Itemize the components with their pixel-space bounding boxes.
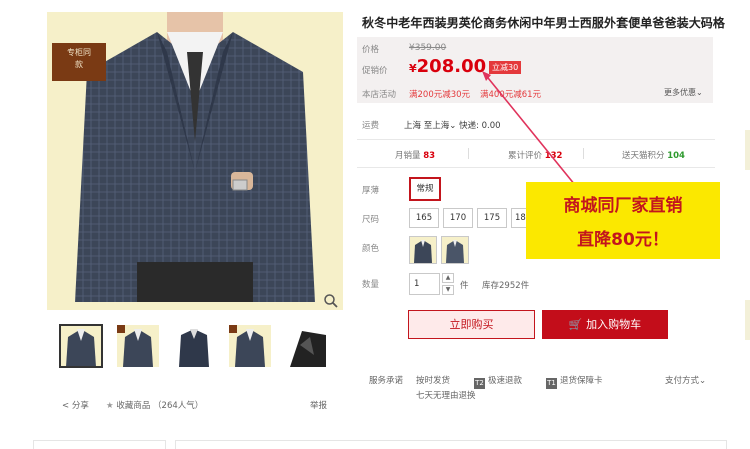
promo-ad-banner: 商城同厂家直销 直降80元！	[526, 182, 720, 259]
ad-line1: 商城同厂家直销	[563, 196, 683, 216]
size-option-165[interactable]: 165	[409, 208, 439, 228]
product-title: 秋冬中老年西装男英伦商务休闲中年男士西服外套便单爸爸装大码格	[362, 16, 726, 30]
thumbnail-2[interactable]	[117, 325, 159, 367]
shipping-label: 运费	[362, 121, 380, 131]
points: 送天猫积分 104	[622, 149, 685, 161]
color-swatch-2[interactable]	[441, 236, 469, 264]
orig-price-label: 价格	[362, 45, 380, 55]
favorite-label: 收藏商品	[116, 401, 151, 411]
favorite-link[interactable]: ★ 收藏商品 （264人气）	[106, 399, 203, 411]
currency-symbol: ¥	[409, 62, 417, 75]
thumbnail-5[interactable]	[286, 325, 328, 367]
promo-price-value: 208.00	[416, 56, 487, 77]
report-link[interactable]: 举报	[310, 399, 327, 411]
size-option-175[interactable]: 175	[477, 208, 507, 228]
stock-count: 库存2952件	[482, 281, 530, 291]
more-deals-label: 更多优惠	[664, 88, 696, 97]
service-item-return: T1 退货保障卡	[546, 374, 603, 389]
service-item-refund: T2 极速退款	[474, 374, 522, 389]
chevron-down-icon: ⌄	[699, 376, 707, 386]
arrow-annotation	[482, 71, 576, 186]
qty-decrease-button[interactable]: ▼	[442, 285, 454, 295]
payment-label: 支付方式	[665, 376, 700, 386]
cart-icon: 🛒	[568, 318, 583, 331]
color-swatch-1[interactable]	[409, 236, 437, 264]
zoom-icon[interactable]	[322, 292, 340, 310]
more-deals-link[interactable]: 更多优惠⌄	[664, 87, 703, 98]
size-label: 尺码	[362, 215, 380, 225]
monthly-sales-value: 83	[423, 151, 436, 161]
chevron-down-icon: ⌄	[449, 121, 457, 131]
add-to-cart-button[interactable]: 🛒 加入购物车	[542, 310, 668, 339]
size-option-180[interactable]: 18	[511, 208, 527, 228]
points-value: 104	[667, 151, 685, 161]
promo-price: ¥208.00	[409, 56, 486, 77]
promo-sticker-line1: 专柜同	[67, 48, 91, 57]
ad-line2: 直降80元！	[577, 230, 669, 250]
promo-sticker: 专柜同 款	[52, 43, 106, 81]
monthly-sales: 月销量 83	[395, 149, 435, 161]
edge-strip	[745, 300, 750, 340]
return-icon: T1	[546, 378, 557, 389]
service-item-ontime: 按时发货	[416, 376, 451, 386]
service-item-7day: 七天无理由退换	[416, 391, 476, 401]
thumbnail-4[interactable]	[229, 325, 271, 367]
divider	[468, 148, 469, 159]
service-item-return-label: 退货保障卡	[560, 376, 603, 386]
points-label: 送天猫积分	[622, 151, 665, 161]
share-link[interactable]: < 分享	[62, 399, 89, 411]
edge-strip	[745, 130, 750, 170]
shipping-from: 上海	[404, 121, 422, 131]
add-to-cart-label: 加入购物车	[586, 318, 642, 331]
service-item-refund-label: 极速退款	[488, 376, 523, 386]
share-icon: <	[62, 401, 70, 411]
bottom-tab-left	[33, 440, 166, 449]
chevron-down-icon: ⌄	[696, 88, 703, 97]
buy-now-button[interactable]: 立即购买	[408, 310, 535, 339]
thickness-label: 厚薄	[362, 186, 380, 196]
event-label: 本店活动	[362, 90, 397, 100]
favorite-count: （264人气）	[153, 401, 204, 411]
thumbnail-3[interactable]	[173, 325, 215, 367]
color-label: 颜色	[362, 244, 380, 254]
divider	[583, 148, 584, 159]
qty-increase-button[interactable]: ▲	[442, 273, 454, 283]
shipping-to[interactable]: 至上海	[424, 121, 450, 131]
share-label: 分享	[71, 401, 89, 411]
star-icon: ★	[106, 401, 114, 411]
qty-unit: 件	[460, 281, 469, 291]
refund-icon: T2	[474, 378, 485, 389]
qty-label: 数量	[362, 280, 380, 290]
qty-input[interactable]: 1	[409, 273, 440, 295]
event-1[interactable]: 满200元减30元	[409, 88, 470, 100]
size-option-170[interactable]: 170	[443, 208, 473, 228]
thumbnail-1[interactable]	[59, 324, 103, 368]
payment-methods-link[interactable]: 支付方式⌄	[665, 374, 706, 386]
promo-price-label: 促销价	[362, 66, 388, 76]
service-label: 服务承诺	[369, 376, 404, 386]
orig-price: ¥359.00	[409, 43, 447, 53]
bottom-tab-right	[175, 440, 727, 449]
thickness-option-regular[interactable]: 常规	[409, 177, 441, 201]
promo-sticker-line2: 款	[75, 60, 83, 69]
monthly-sales-label: 月销量	[395, 151, 421, 161]
